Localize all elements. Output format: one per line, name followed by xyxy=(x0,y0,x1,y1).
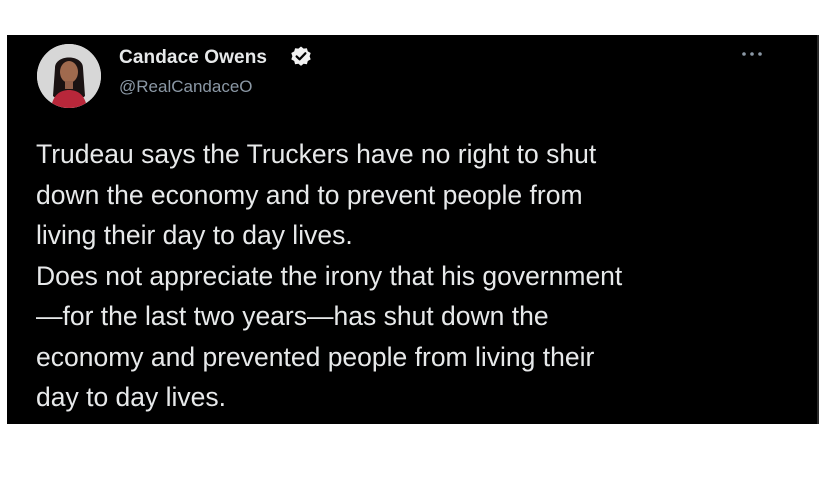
tweet-text-line: Does not appreciate the irony that his g… xyxy=(36,260,623,291)
tweet-card[interactable]: Candace Owens @RealCandaceO Trudeau says… xyxy=(7,35,819,424)
more-options-icon[interactable] xyxy=(739,47,765,61)
tweet-text-line: economy and prevented people from living… xyxy=(36,341,595,372)
tweet-text-line: day to day lives. xyxy=(36,382,227,412)
tweet-text-line: —for the last two years—has shut down th… xyxy=(36,301,549,331)
tweet-text-line: Trudeau says the Truckers have no right … xyxy=(36,139,597,169)
display-name[interactable]: Candace Owens xyxy=(119,47,267,69)
user-handle[interactable]: @RealCandaceO xyxy=(119,77,253,97)
avatar[interactable] xyxy=(37,44,101,108)
page: Candace Owens @RealCandaceO Trudeau says… xyxy=(0,0,828,481)
tweet-text: Trudeau says the Truckers have no right … xyxy=(36,134,796,418)
verified-badge-icon xyxy=(291,46,311,66)
avatar-image xyxy=(37,44,101,108)
tweet-text-line: living their day to day lives. xyxy=(36,220,353,250)
tweet-text-line: down the economy and to prevent people f… xyxy=(36,179,583,210)
